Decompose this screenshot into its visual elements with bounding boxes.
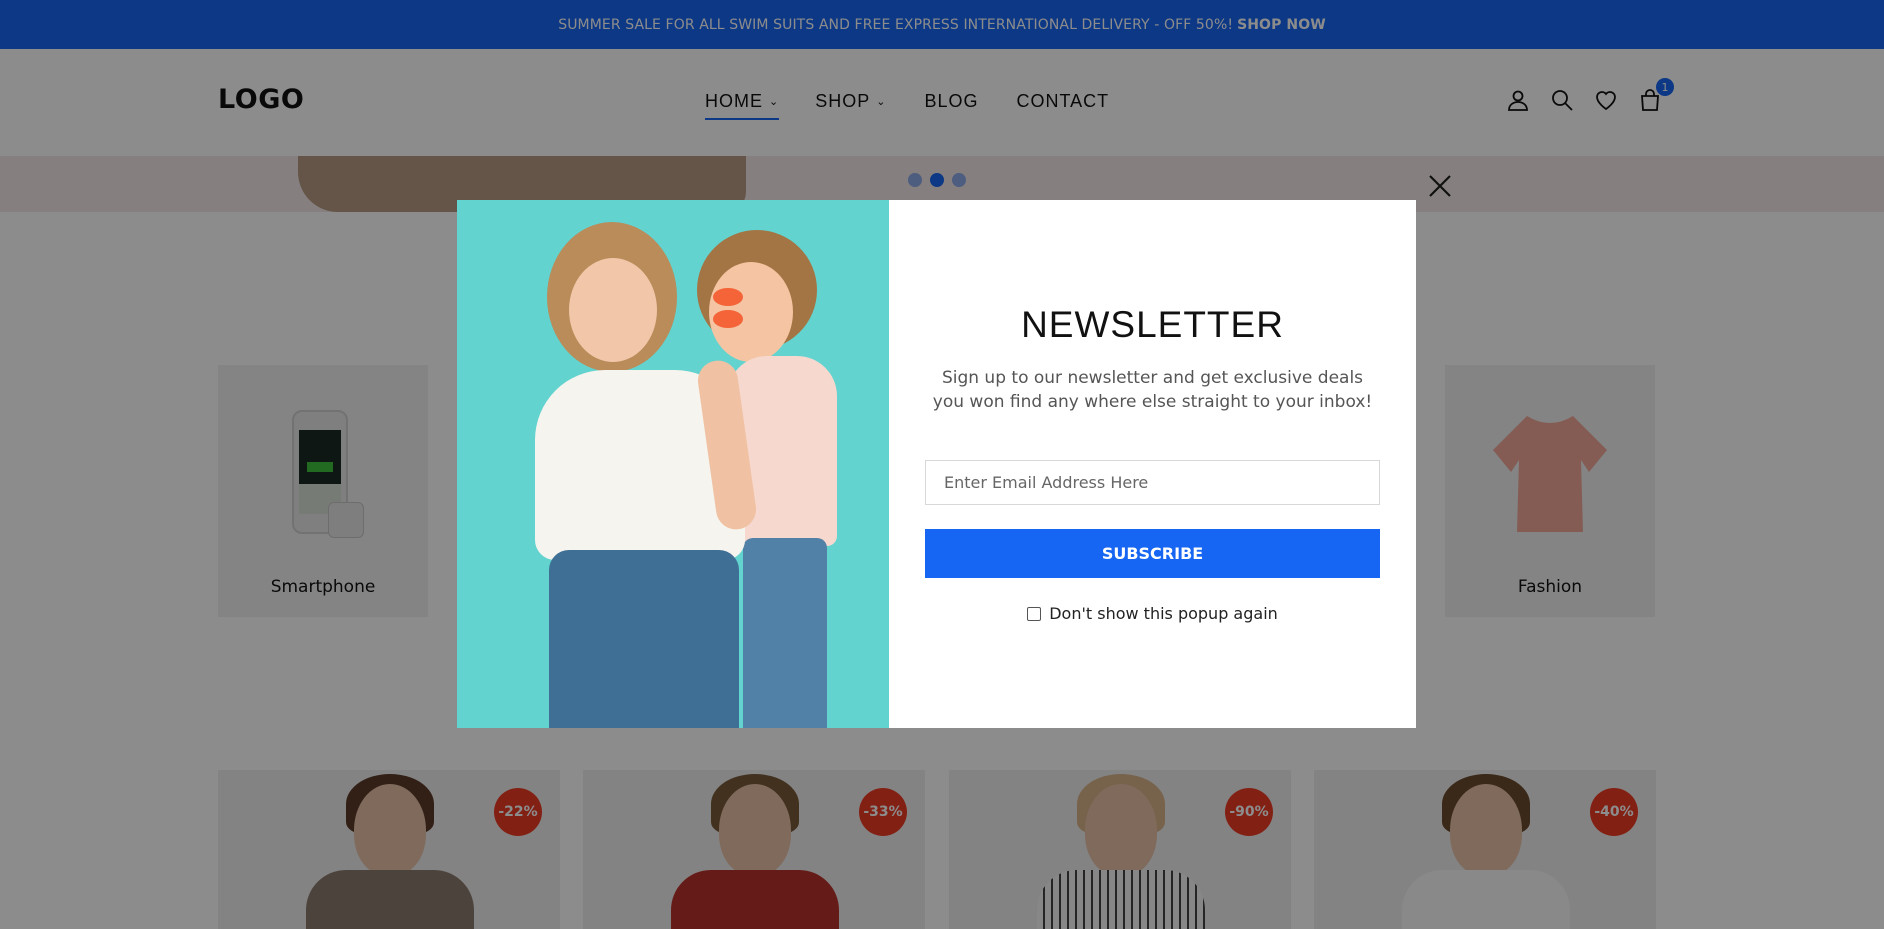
subscribe-button[interactable]: SUBSCRIBE xyxy=(925,529,1380,578)
newsletter-photo-figure xyxy=(569,258,657,362)
newsletter-photo-figure xyxy=(743,538,827,728)
newsletter-image xyxy=(457,200,889,728)
close-icon[interactable] xyxy=(1426,172,1454,200)
newsletter-modal: NEWSLETTER Sign up to our newsletter and… xyxy=(457,200,1416,728)
newsletter-photo-figure xyxy=(549,550,739,728)
optout-checkbox[interactable] xyxy=(1027,606,1042,621)
optout-row[interactable]: Don't show this popup again xyxy=(889,604,1416,623)
email-field[interactable] xyxy=(925,460,1380,505)
newsletter-description: Sign up to our newsletter and get exclus… xyxy=(932,368,1373,412)
newsletter-form: NEWSLETTER Sign up to our newsletter and… xyxy=(889,200,1416,728)
newsletter-title: NEWSLETTER xyxy=(1021,304,1284,345)
newsletter-photo-figure xyxy=(713,288,785,328)
optout-label: Don't show this popup again xyxy=(1049,604,1278,623)
